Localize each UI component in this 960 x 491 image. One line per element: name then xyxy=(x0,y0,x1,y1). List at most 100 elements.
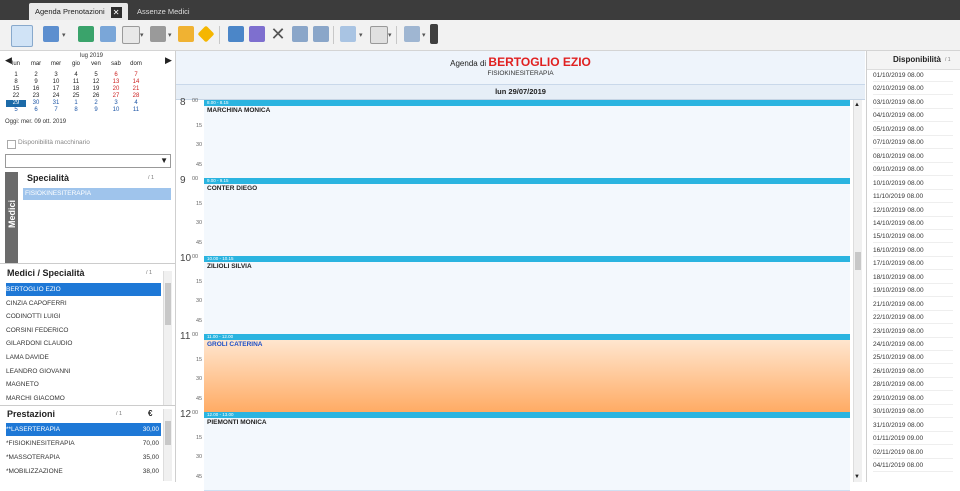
tab-agenda-prenotazioni[interactable]: Agenda Prenotazioni✕ xyxy=(29,3,128,20)
list-icon[interactable] xyxy=(313,26,329,42)
calendar-icon[interactable] xyxy=(11,25,33,47)
calendar-day[interactable]: 2 xyxy=(26,72,46,79)
medici-scrollbar[interactable] xyxy=(163,271,172,405)
disponibilita-item[interactable]: 12/10/2019 08.00 xyxy=(873,205,953,217)
appointment-time[interactable]: 10.00 - 10.15 xyxy=(204,256,850,262)
appointment-patient[interactable]: PIEMONTI MONICA xyxy=(207,419,267,426)
agenda-edit-icon[interactable] xyxy=(249,26,265,42)
calendar-day[interactable]: 9 xyxy=(86,107,106,114)
chevron-down-icon[interactable]: ▾ xyxy=(62,31,66,39)
calendar-day[interactable]: 5 xyxy=(86,72,106,79)
calendar-day[interactable]: 4 xyxy=(66,72,86,79)
appointment-patient[interactable]: MARCHINA MONICA xyxy=(207,107,270,114)
medico-item[interactable]: MARCHI GIACOMO xyxy=(6,392,161,405)
calendar-day[interactable]: 18 xyxy=(66,86,86,93)
appointment-patient[interactable]: ZILIOLI SILVIA xyxy=(207,263,252,270)
chevron-down-icon[interactable]: ▾ xyxy=(359,31,363,39)
disponibilita-item[interactable]: 01/11/2019 09.00 xyxy=(873,433,953,445)
calendar-day[interactable]: 1 xyxy=(66,100,86,107)
medico-item[interactable]: BERTOGLIO EZIO xyxy=(6,283,161,296)
disponibilita-item[interactable]: 31/10/2019 08.00 xyxy=(873,420,953,432)
calendar-day[interactable]: 11 xyxy=(126,107,146,114)
calendar-day[interactable]: 7 xyxy=(126,72,146,79)
medici-side-tab[interactable]: Medici xyxy=(5,172,18,263)
calendar-day[interactable]: 12 xyxy=(86,79,106,86)
calendar-day[interactable]: 7 xyxy=(46,107,66,114)
calendar-day[interactable]: 9 xyxy=(26,79,46,86)
close-icon[interactable]: ✕ xyxy=(111,7,122,18)
calendar-day[interactable]: 3 xyxy=(106,100,126,107)
print-icon[interactable] xyxy=(150,26,166,42)
scroll-thumb[interactable] xyxy=(855,252,861,270)
delete-icon[interactable]: ✕ xyxy=(270,26,286,42)
calendar-day[interactable]: 13 xyxy=(106,79,126,86)
disponibilita-item[interactable]: 21/10/2019 08.00 xyxy=(873,299,953,311)
time-slot[interactable] xyxy=(204,471,850,491)
calendar-day[interactable]: 1 xyxy=(6,72,26,79)
mini-calendar[interactable]: 1234567891011121314151617181920212223242… xyxy=(6,72,166,114)
chevron-down-icon[interactable]: ▾ xyxy=(140,31,144,39)
grid-icon[interactable] xyxy=(292,26,308,42)
calendar-day[interactable]: 21 xyxy=(126,86,146,93)
chevron-right-icon[interactable]: ▶ xyxy=(165,55,172,66)
calendar-day[interactable]: 10 xyxy=(106,107,126,114)
appointment-time[interactable]: 9.00 - 9.15 xyxy=(204,178,850,184)
disponibilita-item[interactable]: 30/10/2019 08.00 xyxy=(873,406,953,418)
prestazione-item[interactable]: *MASSOTERAPIA35,00 xyxy=(6,451,161,464)
copy-icon[interactable] xyxy=(78,26,94,42)
disponibilita-item[interactable]: 16/10/2019 08.00 xyxy=(873,245,953,257)
columns-icon[interactable] xyxy=(100,26,116,42)
disponibilita-item[interactable]: 18/10/2019 08.00 xyxy=(873,272,953,284)
export-icon[interactable] xyxy=(340,26,356,42)
disponibilita-item[interactable]: 03/10/2019 08.00 xyxy=(873,97,953,109)
disponibilita-item[interactable]: 04/11/2019 08.00 xyxy=(873,460,953,472)
calendar-day[interactable]: 24 xyxy=(46,93,66,100)
new-appointment-icon[interactable] xyxy=(43,26,59,42)
appointment-time[interactable]: 8.00 - 8.15 xyxy=(204,100,850,106)
chevron-down-icon[interactable]: ▾ xyxy=(388,31,392,39)
scroll-thumb[interactable] xyxy=(165,421,171,445)
machine-checkbox[interactable] xyxy=(7,140,16,149)
prestazione-item[interactable]: **LASERTERAPIA30,00 xyxy=(6,423,161,436)
calendar-day[interactable]: 8 xyxy=(66,107,86,114)
time-slot[interactable] xyxy=(204,198,850,219)
calendar-day[interactable]: 5 xyxy=(6,107,26,114)
calendar-day[interactable]: 2 xyxy=(86,100,106,107)
disponibilita-item[interactable]: 01/10/2019 08.00 xyxy=(873,70,953,82)
chevron-down-icon[interactable]: ▼ xyxy=(854,474,860,480)
calendar-day[interactable]: 19 xyxy=(86,86,106,93)
calendar-day[interactable]: 23 xyxy=(26,93,46,100)
medico-item[interactable]: MAGNETO xyxy=(6,378,161,391)
medico-item[interactable]: GILARDONI CLAUDIO xyxy=(6,337,161,350)
disponibilita-item[interactable]: 10/10/2019 08.00 xyxy=(873,178,953,190)
disponibilita-item[interactable]: 23/10/2019 08.00 xyxy=(873,326,953,338)
bookmark-icon[interactable] xyxy=(430,24,438,44)
agenda-list-icon[interactable] xyxy=(228,26,244,42)
calendar-day[interactable]: 22 xyxy=(6,93,26,100)
calendar-day[interactable]: 6 xyxy=(106,72,126,79)
calendar-day[interactable]: 26 xyxy=(86,93,106,100)
calendar-day[interactable]: 17 xyxy=(46,86,66,93)
disponibilita-item[interactable]: 04/10/2019 08.00 xyxy=(873,110,953,122)
scroll-thumb[interactable] xyxy=(165,283,171,325)
appointment-patient[interactable]: GROLI CATERINA xyxy=(207,341,263,348)
disponibilita-item[interactable]: 11/10/2019 08.00 xyxy=(873,191,953,203)
disponibilita-item[interactable]: 25/10/2019 08.00 xyxy=(873,352,953,364)
disponibilita-item[interactable]: 08/10/2019 08.00 xyxy=(873,151,953,163)
send-icon[interactable] xyxy=(178,26,194,42)
appointment-time[interactable]: 12.00 - 13.00 xyxy=(204,412,850,418)
disponibilita-item[interactable]: 15/10/2019 08.00 xyxy=(873,231,953,243)
calendar-day[interactable]: 25 xyxy=(66,93,86,100)
disponibilita-item[interactable]: 29/10/2019 08.00 xyxy=(873,393,953,405)
medico-item[interactable]: CORSINI FEDERICO xyxy=(6,324,161,337)
appointment-block[interactable] xyxy=(204,340,850,412)
time-slot[interactable] xyxy=(204,451,850,472)
preview-icon[interactable] xyxy=(122,26,140,44)
chevron-up-icon[interactable]: ▲ xyxy=(854,102,860,108)
time-slot[interactable] xyxy=(204,120,850,141)
disponibilita-item[interactable]: 17/10/2019 08.00 xyxy=(873,258,953,270)
calendar-day[interactable]: 14 xyxy=(126,79,146,86)
report-icon[interactable] xyxy=(370,26,388,44)
appointment-time[interactable]: 11.00 - 12.00 xyxy=(204,334,850,340)
disponibilita-item[interactable]: 05/10/2019 08.00 xyxy=(873,124,953,136)
